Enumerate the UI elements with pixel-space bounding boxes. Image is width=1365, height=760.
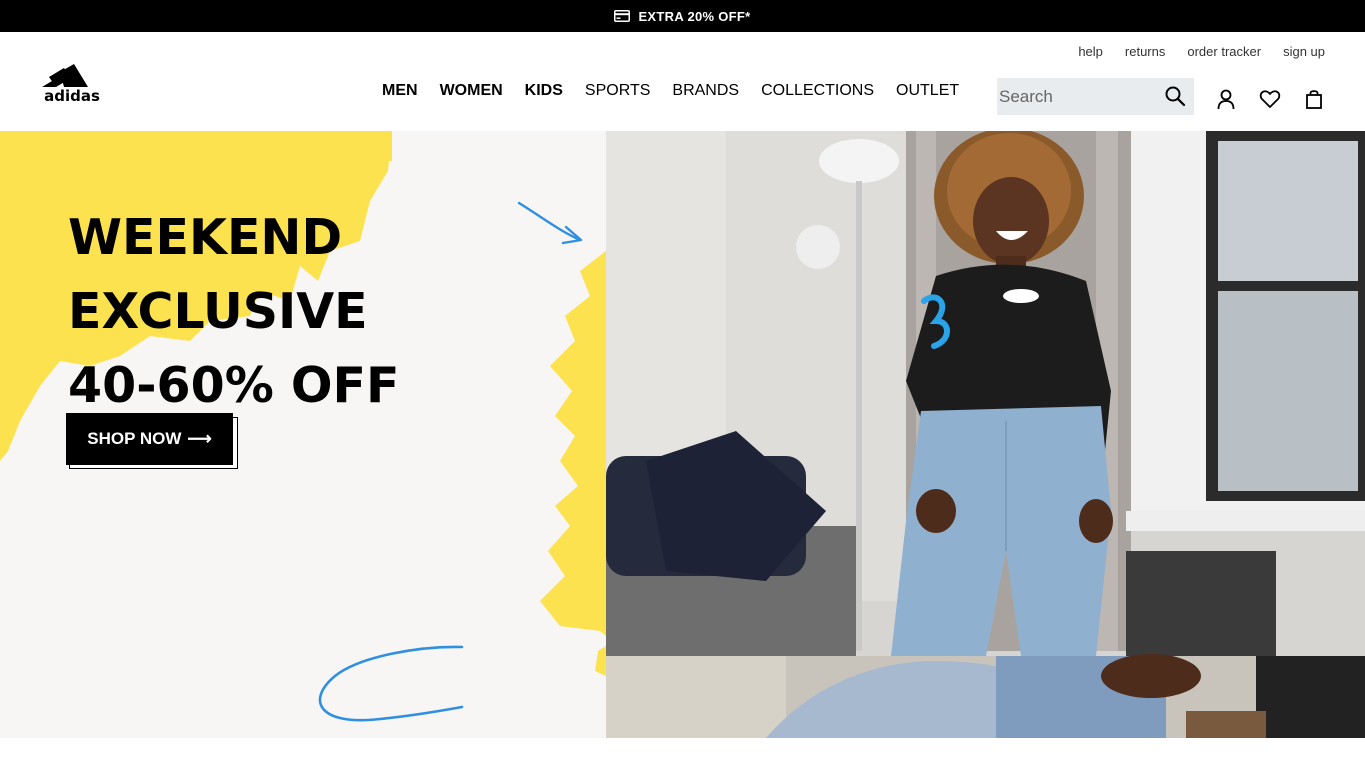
- search-box: [997, 78, 1194, 115]
- nav-outlet[interactable]: OUTLET: [896, 82, 959, 100]
- hero-model-photo: [606, 131, 1365, 738]
- promo-text: EXTRA 20% OFF*: [638, 8, 751, 24]
- wishlist-heart-icon[interactable]: [1259, 88, 1281, 110]
- hero-title-line-1: WEEKEND: [68, 209, 343, 266]
- returns-link[interactable]: returns: [1125, 44, 1165, 59]
- hero-headline: WEEKEND EXCLUSIVE 40-60% OFF: [68, 201, 399, 423]
- search-input[interactable]: [997, 78, 1147, 115]
- site-header: adidas help returns order tracker sign u…: [0, 32, 1365, 131]
- hero-title-line-3: 40-60% OFF: [68, 357, 400, 414]
- nav-kids[interactable]: KIDS: [525, 82, 563, 100]
- shopping-bag-icon[interactable]: [1303, 88, 1325, 110]
- page-below-fold: [0, 738, 1365, 760]
- nav-women[interactable]: WOMEN: [440, 82, 503, 100]
- shop-now-button[interactable]: SHOP NOW ⟶: [66, 413, 233, 465]
- main-nav: MEN WOMEN KIDS SPORTS BRANDS COLLECTIONS…: [382, 82, 959, 100]
- account-icon[interactable]: [1215, 88, 1237, 110]
- hero-photo[interactable]: [606, 131, 1365, 738]
- utility-links: help returns order tracker sign up: [1078, 44, 1325, 59]
- nav-brands[interactable]: BRANDS: [672, 82, 739, 100]
- hero-title-line-2: EXCLUSIVE: [68, 283, 368, 340]
- adidas-logo[interactable]: adidas: [40, 60, 104, 104]
- order-tracker-link[interactable]: order tracker: [1187, 44, 1261, 59]
- nav-collections[interactable]: COLLECTIONS: [761, 82, 874, 100]
- card-icon: [614, 10, 631, 22]
- nav-sports[interactable]: SPORTS: [585, 82, 651, 100]
- nav-men[interactable]: MEN: [382, 82, 418, 100]
- hero-banner[interactable]: WEEKEND EXCLUSIVE 40-60% OFF SHOP NOW ⟶: [0, 131, 1365, 738]
- shop-now-label: SHOP NOW: [87, 429, 182, 448]
- help-link[interactable]: help: [1078, 44, 1103, 59]
- search-icon[interactable]: [1164, 85, 1186, 107]
- hero-text-panel: WEEKEND EXCLUSIVE 40-60% OFF SHOP NOW ⟶: [0, 131, 606, 738]
- shop-now-button-wrap: SHOP NOW ⟶: [66, 413, 238, 469]
- svg-text:adidas: adidas: [44, 87, 100, 104]
- sign-up-link[interactable]: sign up: [1283, 44, 1325, 59]
- arrow-right-icon: ⟶: [187, 429, 212, 448]
- promo-bar[interactable]: EXTRA 20% OFF*: [0, 0, 1365, 32]
